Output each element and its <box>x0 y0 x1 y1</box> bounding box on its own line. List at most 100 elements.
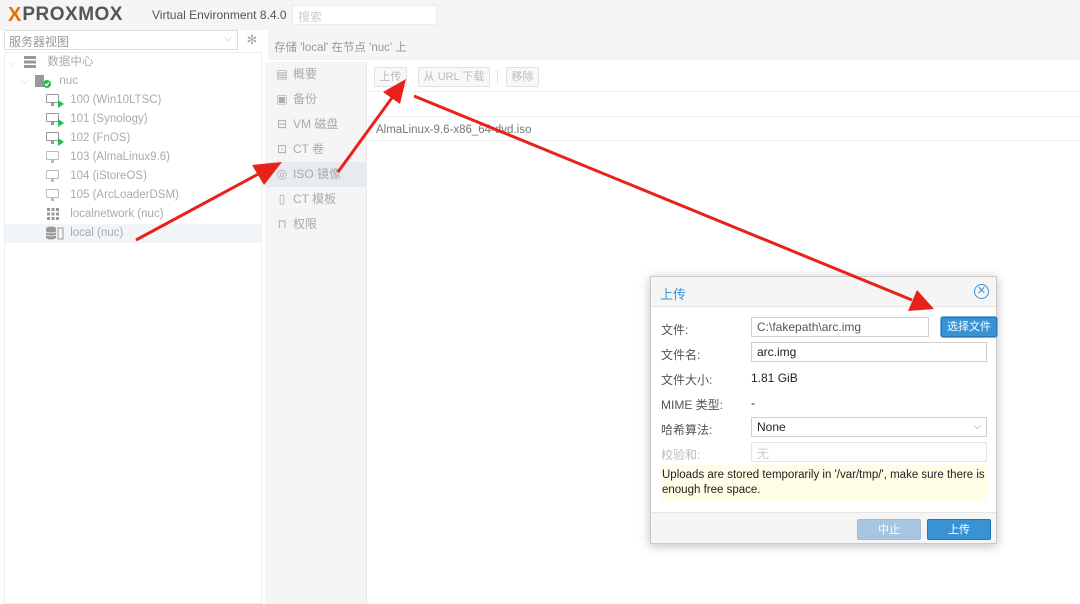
nav-label: 概要 <box>293 67 318 81</box>
nav-label: CT 卷 <box>293 142 325 156</box>
dialog-header: 上传 ✕ <box>651 277 996 307</box>
logo-text: PROXMOX <box>22 4 123 25</box>
tree-label: 104 (iStoreOS) <box>70 170 147 182</box>
nav-item-iso-images[interactable]: ◎ ISO 镜像 <box>265 162 366 187</box>
file-row: 文件: C:\fakepath\arc.img 选择文件 <box>661 317 997 339</box>
storage-nav: ▤ 概要 ▣ 备份 ⊟ VM 磁盘 ⊡ CT 卷 ◎ ISO 镜像 ▯ CT 模板 ⊓ 权限 <box>265 62 367 604</box>
nav-item-permissions[interactable]: ⊓ 权限 <box>265 212 366 237</box>
hdd-icon: ⊟ <box>276 117 288 131</box>
tree-label: 101 (Synology) <box>70 113 148 125</box>
tree-item-datacenter[interactable]: ⌵ 数据中心 <box>5 53 261 72</box>
iso-toolbar: 上传 从 URL 下载 移除 <box>368 62 1080 92</box>
hash-algorithm-select[interactable]: None ⌵ <box>751 417 987 437</box>
nav-label: VM 磁盘 <box>293 117 339 131</box>
upload-submit-button[interactable]: 上传 <box>927 519 991 540</box>
node-icon <box>34 74 52 88</box>
ct-volume-icon: ⊡ <box>276 142 288 156</box>
nav-item-backup[interactable]: ▣ 备份 <box>265 87 366 112</box>
filename-field[interactable]: arc.img <box>751 342 987 362</box>
vm-running-icon <box>45 93 64 108</box>
hash-row: 哈希算法: None ⌵ <box>661 417 987 439</box>
chevron-down-icon: ⌵ <box>973 421 981 432</box>
tmp-storage-notice: Uploads are stored temporarily in '/var/… <box>661 465 987 501</box>
nav-item-summary[interactable]: ▤ 概要 <box>265 62 366 87</box>
hash-algorithm-value: None <box>757 420 786 434</box>
toolbar-separator <box>497 70 498 84</box>
view-selector[interactable]: 服务器视图 ⌵ <box>4 30 238 50</box>
mime-value: - <box>751 396 755 410</box>
tree-label: 数据中心 <box>47 56 94 68</box>
tree-item-vm-103[interactable]: 103 (AlmaLinux9.6) <box>5 148 261 167</box>
filename-row: 文件名: arc.img <box>661 342 987 364</box>
gear-icon[interactable]: ✻ <box>242 30 262 50</box>
disc-icon: ◎ <box>276 167 288 181</box>
upload-button[interactable]: 上传 <box>374 67 407 87</box>
filename-label: 文件名: <box>661 348 701 362</box>
nav-item-vm-disks[interactable]: ⊟ VM 磁盘 <box>265 112 366 137</box>
tree-item-local-storage[interactable]: local (nuc) <box>5 224 261 243</box>
checksum-label: 校验和: <box>661 448 701 462</box>
expand-icon[interactable]: ⌵ <box>9 53 19 72</box>
tree-item-localnetwork[interactable]: localnetwork (nuc) <box>5 205 261 224</box>
tree-label: 105 (ArcLoaderDSM) <box>70 189 179 201</box>
tree-label: 100 (Win10LTSC) <box>70 94 162 106</box>
vm-stopped-icon <box>45 188 63 202</box>
download-from-url-button[interactable]: 从 URL 下载 <box>418 67 490 87</box>
nav-item-ct-templates[interactable]: ▯ CT 模板 <box>265 187 366 212</box>
tree-label: 102 (FnOS) <box>70 132 131 144</box>
page-title: 存储 'local' 在节点 'nuc' 上 <box>268 30 1080 60</box>
vm-stopped-icon <box>45 169 63 183</box>
tree-item-vm-105[interactable]: 105 (ArcLoaderDSM) <box>5 186 261 205</box>
tree-item-vm-104[interactable]: 104 (iStoreOS) <box>5 167 261 186</box>
remove-button[interactable]: 移除 <box>506 67 539 87</box>
proxmox-logo[interactable]: X PROXMOX <box>8 3 123 27</box>
tree-item-vm-102[interactable]: 102 (FnOS) <box>5 129 261 148</box>
tree-label: 103 (AlmaLinux9.6) <box>70 151 170 163</box>
checksum-field[interactable]: 无 <box>751 442 987 462</box>
checksum-row: 校验和: 无 <box>661 442 987 464</box>
vm-stopped-icon <box>45 150 63 164</box>
tree-item-node[interactable]: ⌵ nuc <box>5 72 261 91</box>
tree-label: localnetwork (nuc) <box>70 208 164 220</box>
size-value: 1.81 GiB <box>751 371 798 385</box>
file-icon: ▯ <box>278 192 286 206</box>
save-icon: ▣ <box>276 92 288 106</box>
mime-row: MIME 类型: - <box>661 392 987 414</box>
tree-label: local (nuc) <box>70 227 124 239</box>
hash-label: 哈希算法: <box>661 423 713 437</box>
product-version: Virtual Environment 8.4.0 <box>152 8 287 22</box>
mime-label: MIME 类型: <box>661 398 723 412</box>
vm-running-icon <box>45 112 64 127</box>
file-label: 文件: <box>661 323 689 337</box>
search-input[interactable]: 搜索 <box>292 5 437 25</box>
network-grid-icon <box>45 207 63 221</box>
nav-label: CT 模板 <box>293 192 337 206</box>
nav-label: 备份 <box>293 92 318 106</box>
tree-label: nuc <box>59 75 78 87</box>
upload-dialog: 上传 ✕ 文件: C:\fakepath\arc.img 选择文件 文件名: a… <box>650 276 997 544</box>
iso-list-item[interactable]: AlmaLinux-9.6-x86_64-dvd.iso <box>368 119 1080 141</box>
resource-tree: ⌵ 数据中心 ⌵ nuc 100 (Win10LTSC) 101 (Synolo… <box>4 52 262 604</box>
chevron-down-icon: ⌵ <box>224 33 232 44</box>
file-path-field[interactable]: C:\fakepath\arc.img <box>751 317 929 337</box>
choose-file-button[interactable]: 选择文件 <box>941 317 997 337</box>
size-row: 文件大小: 1.81 GiB <box>661 367 987 389</box>
nav-label: 权限 <box>293 217 318 231</box>
dialog-footer: 中止 上传 <box>651 512 996 543</box>
view-selector-value: 服务器视图 <box>9 35 70 49</box>
vm-running-icon <box>45 131 64 146</box>
storage-icon <box>45 226 64 240</box>
book-icon: ▤ <box>276 67 288 81</box>
nav-item-ct-volumes[interactable]: ⊡ CT 卷 <box>265 137 366 162</box>
server-rack-icon <box>22 55 40 69</box>
expand-icon[interactable]: ⌵ <box>21 72 31 91</box>
tree-item-vm-101[interactable]: 101 (Synology) <box>5 110 261 129</box>
close-icon[interactable]: ✕ <box>974 284 989 299</box>
dialog-title: 上传 <box>660 287 687 302</box>
tree-item-vm-100[interactable]: 100 (Win10LTSC) <box>5 91 261 110</box>
unlock-icon: ⊓ <box>277 217 287 231</box>
logo-x: X <box>8 3 22 26</box>
grid-header <box>368 93 1080 117</box>
nav-label: ISO 镜像 <box>293 167 342 181</box>
abort-button[interactable]: 中止 <box>857 519 921 540</box>
